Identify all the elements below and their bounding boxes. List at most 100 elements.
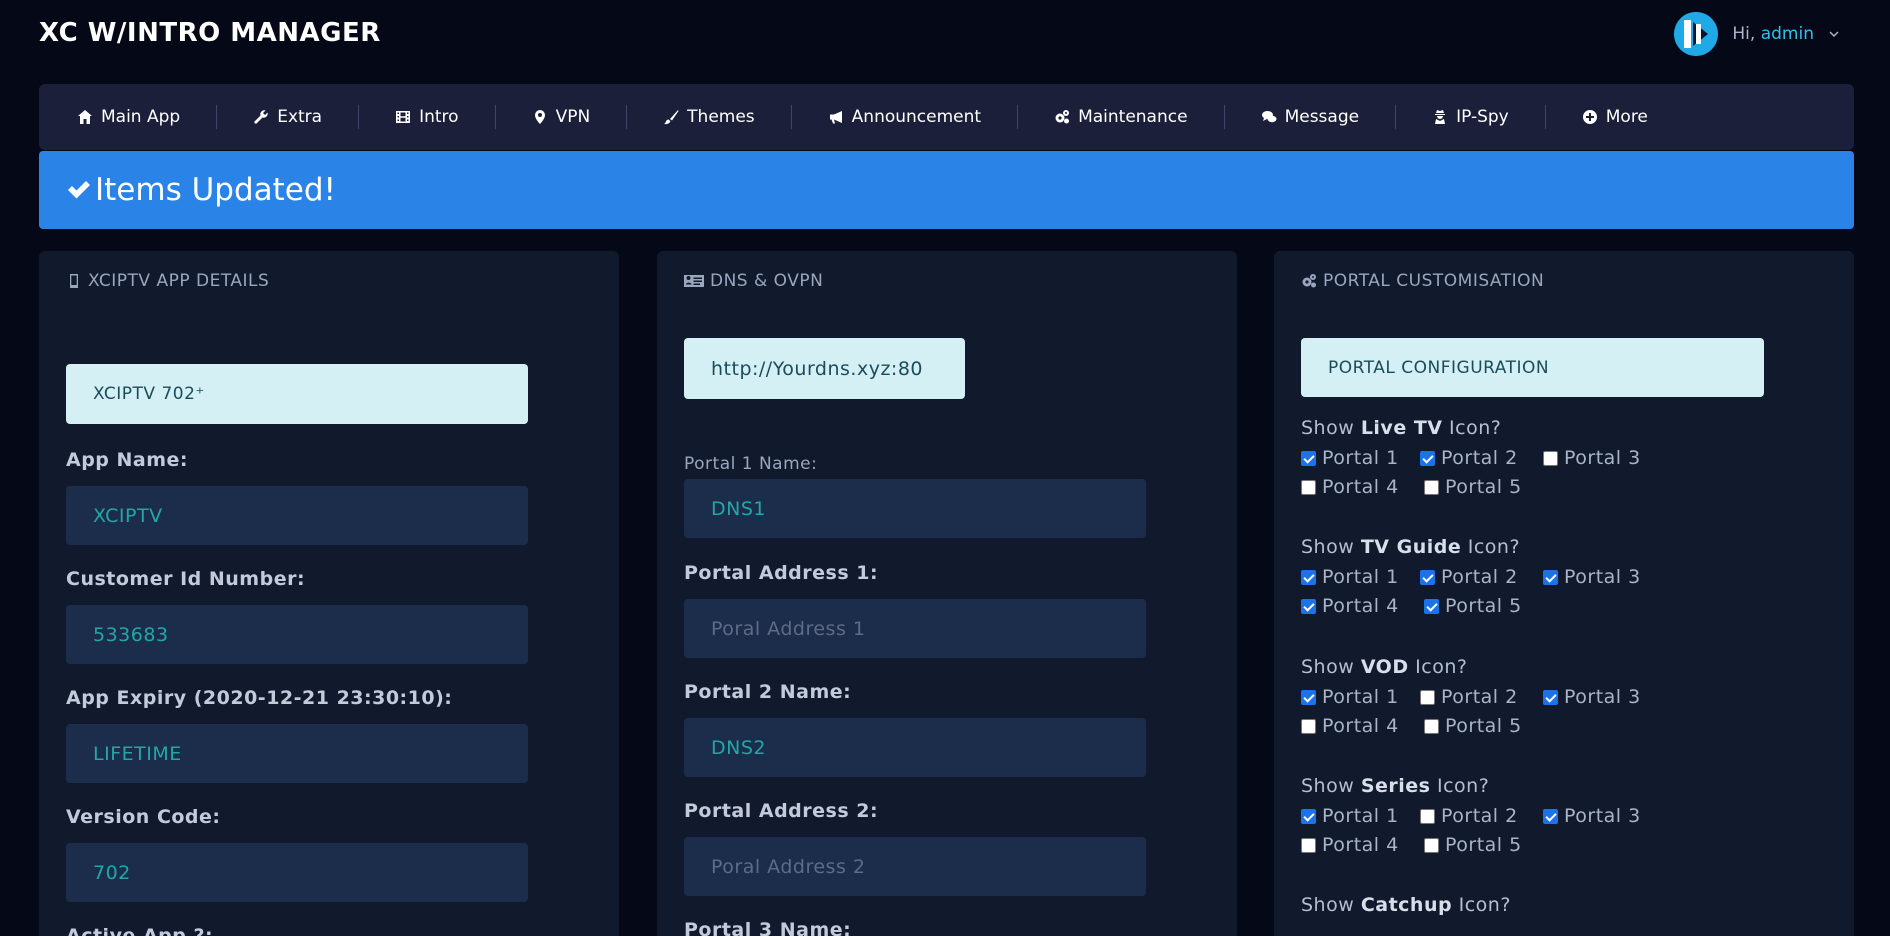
- nav-themes[interactable]: Themes: [626, 105, 791, 129]
- checkbox-checked-icon[interactable]: [1301, 450, 1316, 466]
- portal-checkbox[interactable]: Portal 3: [1543, 686, 1641, 708]
- portal-checkbox[interactable]: Portal 5: [1424, 595, 1522, 617]
- portal2-address-field[interactable]: [684, 837, 1146, 896]
- checkbox-unchecked-icon[interactable]: [1424, 718, 1439, 734]
- film-icon: [396, 111, 411, 123]
- checkbox-checked-icon[interactable]: [1543, 569, 1558, 585]
- portal-checkbox-label: Portal 3: [1564, 566, 1641, 588]
- portal2-address-label: Portal Address 2:: [684, 800, 879, 822]
- portal1-name-field[interactable]: [684, 479, 1146, 538]
- portal-checkbox[interactable]: Portal 1: [1301, 686, 1399, 708]
- app-name-field[interactable]: [66, 486, 528, 545]
- portal-checkbox[interactable]: Portal 4: [1301, 834, 1399, 856]
- checkbox-checked-icon[interactable]: [1301, 598, 1316, 614]
- checkbox-checked-icon[interactable]: [1301, 808, 1316, 824]
- nav-extra[interactable]: Extra: [216, 105, 358, 129]
- nav-label: Maintenance: [1078, 107, 1188, 127]
- portal-checkbox[interactable]: Portal 1: [1301, 447, 1399, 469]
- checkbox-checked-icon[interactable]: [1424, 598, 1439, 614]
- check-icon: [68, 181, 90, 199]
- portal1-address-label: Portal Address 1:: [684, 562, 879, 584]
- portal-checkbox[interactable]: Portal 2: [1420, 566, 1518, 588]
- alert-text: Items Updated!: [95, 172, 336, 208]
- portal-checkbox[interactable]: Portal 4: [1301, 476, 1399, 498]
- checkbox-unchecked-icon[interactable]: [1543, 450, 1558, 466]
- nav-message[interactable]: Message: [1223, 105, 1396, 129]
- map-marker-icon: [534, 110, 545, 124]
- nav-label: Main App: [101, 107, 181, 127]
- portal-checkbox[interactable]: Portal 5: [1424, 834, 1522, 856]
- checkbox-unchecked-icon[interactable]: [1424, 837, 1439, 853]
- nav-label: Announcement: [851, 107, 982, 127]
- portal-checkbox[interactable]: Portal 2: [1420, 447, 1518, 469]
- checkbox-unchecked-icon[interactable]: [1301, 479, 1316, 495]
- show-icon-question: Show VOD Icon?: [1301, 656, 1468, 678]
- checkbox-checked-icon[interactable]: [1543, 808, 1558, 824]
- checkbox-unchecked-icon[interactable]: [1301, 718, 1316, 734]
- portal-checkbox[interactable]: Portal 2: [1420, 805, 1518, 827]
- portal-checkbox[interactable]: Portal 2: [1420, 686, 1518, 708]
- checkbox-checked-icon[interactable]: [1301, 569, 1316, 585]
- app-details-card: XCIPTV APP DETAILS XCIPTV 702⁺ App Name:…: [39, 251, 619, 936]
- nav-label: Message: [1284, 107, 1360, 127]
- portal-checkbox[interactable]: Portal 3: [1543, 566, 1641, 588]
- checkbox-checked-icon[interactable]: [1301, 689, 1316, 705]
- portal-checkbox-label: Portal 2: [1441, 805, 1518, 827]
- portal-checkbox-label: Portal 1: [1322, 686, 1399, 708]
- chevron-down-icon[interactable]: [1828, 28, 1840, 40]
- checkbox-checked-icon[interactable]: [1420, 450, 1435, 466]
- portal-checkbox[interactable]: Portal 3: [1543, 447, 1641, 469]
- portal-checkbox-label: Portal 3: [1564, 686, 1641, 708]
- portal2-name-label: Portal 2 Name:: [684, 681, 852, 703]
- nav-label: Themes: [687, 107, 755, 127]
- portal2-name-field[interactable]: [684, 718, 1146, 777]
- portal-checkbox[interactable]: Portal 4: [1301, 595, 1399, 617]
- customer-id-field[interactable]: [66, 605, 528, 664]
- nav-label: More: [1605, 107, 1648, 127]
- nav-label: Extra: [277, 107, 323, 127]
- nav-main-app[interactable]: Main App: [77, 105, 216, 129]
- checkbox-checked-icon[interactable]: [1543, 689, 1558, 705]
- nav-announcement[interactable]: Announcement: [790, 105, 1017, 129]
- app-name-label: App Name:: [66, 449, 189, 471]
- checkbox-unchecked-icon[interactable]: [1420, 808, 1435, 824]
- user-secret-icon: [1435, 110, 1446, 124]
- portal-checkbox[interactable]: Portal 5: [1424, 715, 1522, 737]
- portal-checkbox-label: Portal 5: [1445, 715, 1522, 737]
- checkbox-unchecked-icon[interactable]: [1301, 837, 1316, 853]
- portal-checkbox-label: Portal 2: [1441, 686, 1518, 708]
- version-code-field[interactable]: [66, 843, 528, 902]
- checkbox-unchecked-icon[interactable]: [1420, 689, 1435, 705]
- checkbox-unchecked-icon[interactable]: [1424, 479, 1439, 495]
- id-card-icon: [684, 275, 704, 287]
- portal-checkbox[interactable]: Portal 5: [1424, 476, 1522, 498]
- portal1-address-field[interactable]: [684, 599, 1146, 658]
- portal-checkbox[interactable]: Portal 1: [1301, 566, 1399, 588]
- portal-checkbox[interactable]: Portal 1: [1301, 805, 1399, 827]
- card-title: PORTAL CUSTOMISATION: [1301, 271, 1544, 291]
- active-app-label: Active App ?:: [66, 925, 214, 936]
- app-expiry-field[interactable]: [66, 724, 528, 783]
- success-alert: Items Updated!: [39, 151, 1854, 229]
- user-menu[interactable]: Hi, admin: [1674, 12, 1840, 56]
- main-nav: Main App Extra Intro VPN Themes Announce…: [39, 84, 1854, 150]
- portal-checkbox-label: Portal 4: [1322, 715, 1399, 737]
- show-icon-question: Show Series Icon?: [1301, 775, 1490, 797]
- card-title: XCIPTV APP DETAILS: [66, 271, 269, 291]
- nav-vpn[interactable]: VPN: [494, 105, 627, 129]
- nav-more[interactable]: More: [1544, 105, 1684, 129]
- dns-url-badge: http://Yourdns.xyz:80: [684, 338, 965, 399]
- portal-checkbox-label: Portal 5: [1445, 476, 1522, 498]
- portal-checkbox[interactable]: Portal 3: [1543, 805, 1641, 827]
- nav-label: IP-Spy: [1456, 107, 1509, 127]
- nav-intro[interactable]: Intro: [358, 105, 494, 129]
- portal-checkbox-label: Portal 3: [1564, 805, 1641, 827]
- app-version-badge: XCIPTV 702⁺: [66, 364, 528, 424]
- checkbox-checked-icon[interactable]: [1420, 569, 1435, 585]
- portal-checkbox[interactable]: Portal 4: [1301, 715, 1399, 737]
- nav-maintenance[interactable]: Maintenance: [1017, 105, 1223, 129]
- portal-checkbox-label: Portal 4: [1322, 476, 1399, 498]
- nav-ip-spy[interactable]: IP-Spy: [1395, 105, 1545, 129]
- portal-checkbox-label: Portal 4: [1322, 834, 1399, 856]
- portal-checkbox-label: Portal 2: [1441, 447, 1518, 469]
